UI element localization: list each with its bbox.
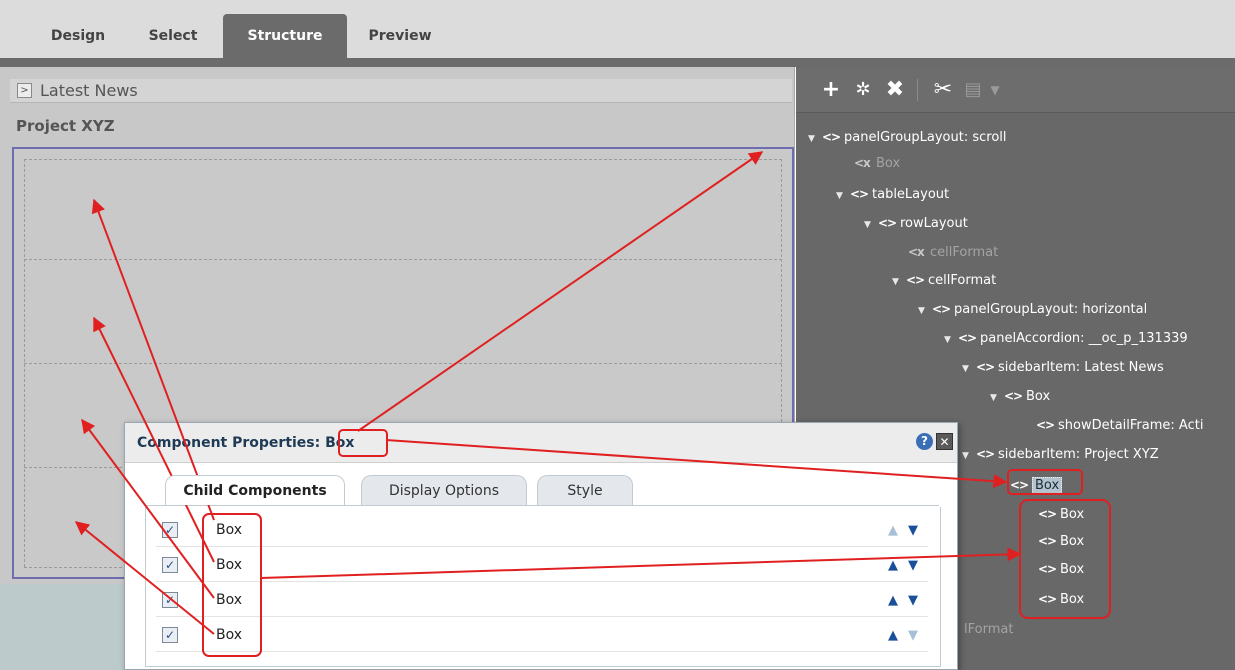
top-tab-bar: Design Select Structure Preview [0, 0, 1235, 58]
tab-display-options[interactable]: Display Options [361, 475, 527, 505]
dialog-title-prefix: Component Properties: [137, 435, 321, 451]
move-up-icon[interactable]: ▲ [888, 523, 898, 538]
checkbox[interactable]: ✓ [162, 522, 178, 538]
move-down-icon[interactable]: ▼ [908, 558, 918, 573]
expand-triangle-icon[interactable]: ▼ [944, 327, 958, 353]
tree-node[interactable]: <> showDetailFrame: Acti [1036, 412, 1203, 438]
component-icon: <> [822, 130, 841, 144]
expand-triangle-icon[interactable]: ▼ [918, 298, 932, 324]
component-icon: <> [878, 216, 897, 230]
tab-child-components[interactable]: Child Components [165, 475, 345, 505]
tab-preview[interactable]: Preview [350, 14, 450, 58]
cut-icon[interactable]: ✂ [930, 77, 956, 103]
tree-node[interactable]: <> Box [1038, 586, 1084, 612]
tree-node[interactable]: ▼ <> sidebarItem: Project XYZ [962, 441, 1159, 467]
expand-triangle-icon[interactable]: ▼ [808, 126, 822, 152]
help-icon[interactable]: ? [916, 433, 933, 450]
dialog-title-value: Box [325, 435, 355, 451]
component-icon: <> [1010, 478, 1029, 492]
tree-node[interactable]: ▼ <> panelGroupLayout: scroll [808, 124, 1007, 150]
expand-triangle-icon[interactable]: ▼ [962, 443, 976, 469]
tree-node[interactable]: <> Box [1038, 501, 1084, 527]
component-icon: <> [1038, 592, 1057, 606]
box-divider [24, 259, 782, 260]
child-components-list: ✓ Box ▲ ▼ ✓ Box ▲ ▼ ✓ Box ▲ ▼ ✓ Box ▲ ▼ [145, 507, 941, 667]
delete-icon[interactable]: ✖ [882, 77, 908, 103]
component-name: Box [216, 522, 243, 538]
tree-node[interactable]: ▼ <> Box [990, 383, 1050, 409]
expand-triangle-icon[interactable]: ▼ [962, 356, 976, 382]
structure-toolbar: + ✲ ✖ ✂ ▤ ▼ [796, 67, 1235, 113]
tree-node[interactable]: ▼ <> panelGroupLayout: horizontal [918, 296, 1147, 322]
tree-node[interactable]: <> Box [1038, 556, 1084, 582]
tree-node[interactable]: <x cellFormat [908, 239, 998, 265]
expand-triangle-icon[interactable]: ▼ [990, 385, 1004, 411]
tree-node[interactable]: ▼ <> cellFormat [892, 267, 996, 293]
component-properties-dialog: Component Properties: Box ? ✕ Child Comp… [124, 422, 958, 670]
expand-triangle-icon[interactable]: ▼ [836, 183, 850, 209]
component-hidden-icon: <x [908, 245, 925, 259]
expand-triangle-icon[interactable]: ▼ [864, 212, 878, 238]
tree-node[interactable]: <> Box [1038, 528, 1084, 554]
checkbox[interactable]: ✓ [162, 557, 178, 573]
box-divider [24, 159, 25, 567]
tree-node-selected[interactable]: <> Box [1010, 472, 1063, 498]
list-item: ✓ Box ▲ ▼ [156, 583, 928, 617]
accordion-header-latest-news[interactable]: > Latest News [10, 79, 792, 103]
move-up-icon[interactable]: ▲ [888, 593, 898, 608]
tree-node[interactable]: lFormat [964, 617, 1013, 643]
component-icon: <> [1038, 562, 1057, 576]
dialog-title: Component Properties: Box [137, 435, 354, 451]
component-icon: <> [958, 331, 977, 345]
expand-triangle-icon[interactable]: ▼ [892, 269, 906, 295]
tab-style[interactable]: Style [537, 475, 633, 505]
list-item: ✓ Box ▲ ▼ [156, 548, 928, 582]
tree-node[interactable]: <x Box [854, 150, 900, 176]
add-icon[interactable]: + [818, 77, 844, 103]
close-icon[interactable]: ✕ [936, 433, 953, 450]
list-item: ✓ Box ▲ ▼ [156, 618, 928, 652]
edit-icon[interactable]: ✲ [850, 77, 876, 103]
component-icon: <> [850, 187, 869, 201]
component-icon: <> [932, 302, 951, 316]
box-divider [24, 159, 782, 160]
component-hidden-icon: <x [854, 156, 871, 170]
tree-node[interactable]: ▼ <> panelAccordion: __oc_p_131339 [944, 325, 1188, 351]
tab-structure[interactable]: Structure [223, 14, 347, 58]
box-divider [24, 363, 782, 364]
list-item: ✓ Box ▲ ▼ [156, 513, 928, 547]
move-up-icon[interactable]: ▲ [888, 628, 898, 643]
component-icon: <> [906, 273, 925, 287]
checkbox[interactable]: ✓ [162, 592, 178, 608]
chevron-right-icon[interactable]: > [17, 83, 32, 98]
tree-node[interactable]: ▼ <> sidebarItem: Latest News [962, 354, 1164, 380]
tree-node[interactable]: ▼ <> tableLayout [836, 181, 949, 207]
component-name: Box [216, 627, 243, 643]
tree-node[interactable]: ▼ <> rowLayout [864, 210, 968, 236]
component-icon: <> [1038, 507, 1057, 521]
move-down-icon[interactable]: ▼ [908, 628, 918, 643]
move-down-icon[interactable]: ▼ [908, 523, 918, 538]
component-icon: <> [976, 447, 995, 461]
move-up-icon[interactable]: ▲ [888, 558, 898, 573]
component-icon: <> [1036, 418, 1055, 432]
component-name: Box [216, 592, 243, 608]
section-title: Project XYZ [16, 117, 115, 135]
component-name: Box [216, 557, 243, 573]
accordion-label: Latest News [40, 81, 138, 100]
component-icon: <> [1004, 389, 1023, 403]
dialog-header: Component Properties: Box ? ✕ [125, 423, 957, 463]
move-down-icon[interactable]: ▼ [908, 593, 918, 608]
checkbox[interactable]: ✓ [162, 627, 178, 643]
component-icon: <> [1038, 534, 1057, 548]
tab-design[interactable]: Design [30, 14, 126, 58]
tab-bar-stripe [0, 58, 1235, 67]
tab-select[interactable]: Select [128, 14, 218, 58]
toolbar-separator [917, 79, 918, 101]
component-icon: <> [976, 360, 995, 374]
dropdown-icon[interactable]: ▼ [982, 77, 1008, 103]
